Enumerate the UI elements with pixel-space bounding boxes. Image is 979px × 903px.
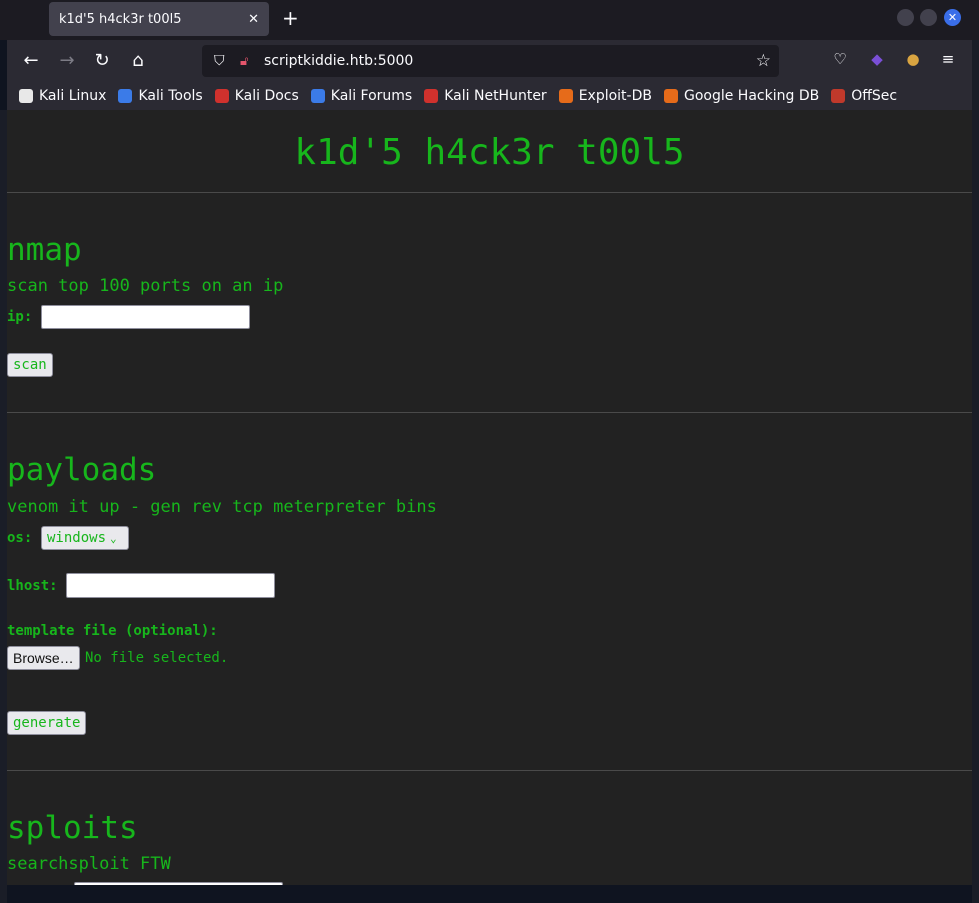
close-tab-icon[interactable]: ✕: [248, 12, 259, 27]
back-arrow-icon[interactable]: ←: [20, 50, 42, 72]
kali-docs-icon: [214, 89, 229, 103]
ghdb-icon: [663, 89, 678, 103]
scan-button[interactable]: scan: [7, 353, 53, 377]
window-close-button[interactable]: ✕: [944, 9, 961, 26]
forward-arrow-icon[interactable]: →: [56, 50, 78, 72]
payloads-heading: payloads: [7, 452, 157, 488]
nethunter-icon: [424, 89, 439, 103]
browser-tab[interactable]: k1d'5 h4ck3r t00l5 ✕: [49, 2, 269, 36]
extension-icon[interactable]: ◆: [867, 50, 887, 68]
bookmark-label: Kali Forums: [330, 88, 413, 104]
bookmark-google-hacking-db[interactable]: Google Hacking DB: [663, 88, 820, 104]
pocket-icon[interactable]: ♡: [830, 50, 850, 68]
navigation-toolbar: ← → ↻ ⌂ ⛉ 🔓︎ scriptkiddie.htb:5000 ☆ ♡ ◆…: [7, 40, 972, 82]
bookmark-kali-docs[interactable]: Kali Docs: [214, 88, 299, 104]
bookmark-kali-linux[interactable]: Kali Linux: [19, 88, 106, 104]
payloads-description: venom it up - gen rev tcp meterpreter bi…: [7, 497, 437, 517]
minimize-button[interactable]: [897, 9, 914, 26]
divider: [7, 770, 972, 771]
insecure-lock-icon[interactable]: 🔓︎: [240, 54, 254, 69]
template-file-label: template file (optional):: [7, 623, 218, 639]
address-bar[interactable]: ⛉ 🔓︎ scriptkiddie.htb:5000 ☆: [202, 45, 779, 77]
bookmark-label: OffSec: [851, 88, 898, 104]
bookmark-label: Kali Linux: [39, 88, 107, 104]
kali-forums-icon: [310, 89, 325, 103]
sploits-search-input[interactable]: [74, 882, 283, 885]
bookmark-label: Google Hacking DB: [683, 88, 820, 104]
bookmark-exploit-db[interactable]: Exploit-DB: [558, 88, 652, 104]
home-icon[interactable]: ⌂: [127, 50, 149, 72]
url-text[interactable]: scriptkiddie.htb:5000: [264, 53, 756, 69]
bookmark-offsec[interactable]: OffSec: [831, 88, 897, 104]
browse-file-button[interactable]: Browse…: [7, 646, 80, 670]
bookmarks-toolbar: Kali Linux Kali Tools Kali Docs Kali For…: [7, 82, 972, 110]
nmap-description: scan top 100 ports on an ip: [7, 276, 284, 296]
tab-strip: k1d'5 h4ck3r t00l5 ✕ + ✕: [0, 0, 979, 40]
divider: [7, 192, 972, 193]
page-title: k1d'5 h4ck3r t00l5: [294, 132, 685, 173]
shield-icon[interactable]: ⛉: [214, 53, 230, 69]
os-selected-value: windows: [47, 530, 107, 546]
web-page: k1d'5 h4ck3r t00l5 nmap scan top 100 por…: [7, 110, 972, 885]
tab-title: k1d'5 h4ck3r t00l5: [59, 11, 182, 27]
cookie-icon[interactable]: ●: [903, 50, 923, 68]
ip-label: ip:: [7, 309, 33, 325]
maximize-button[interactable]: [920, 9, 937, 26]
os-select[interactable]: windows ⌄: [41, 526, 129, 550]
ip-input[interactable]: [41, 305, 250, 329]
bookmark-label: Exploit-DB: [578, 88, 652, 104]
sploits-heading: sploits: [7, 810, 138, 846]
exploit-db-icon: [558, 89, 573, 103]
generate-button[interactable]: generate: [7, 711, 87, 735]
offsec-icon: [831, 89, 846, 103]
sploits-description: searchsploit FTW: [7, 854, 171, 874]
reload-icon[interactable]: ↻: [91, 50, 113, 72]
nmap-heading: nmap: [7, 232, 82, 268]
bookmark-label: Kali Tools: [138, 88, 203, 104]
divider: [7, 412, 972, 413]
lhost-label: lhost:: [7, 578, 58, 594]
background-terminal-right: [972, 40, 979, 903]
lhost-input[interactable]: [66, 573, 275, 598]
bookmark-label: Kali NetHunter: [444, 88, 547, 104]
kali-tools-icon: [118, 89, 133, 103]
os-label: os:: [7, 530, 33, 546]
new-tab-button[interactable]: +: [282, 8, 299, 28]
background-terminal-left: [0, 110, 7, 903]
chevron-down-icon: ⌄: [110, 532, 117, 545]
menu-icon[interactable]: ≡: [938, 50, 958, 68]
bookmark-star-icon[interactable]: ☆: [756, 51, 771, 71]
no-file-selected-text: No file selected.: [85, 650, 229, 666]
bookmark-kali-tools[interactable]: Kali Tools: [118, 88, 203, 104]
bookmark-label: Kali Docs: [234, 88, 299, 104]
kali-dragon-icon: [19, 89, 33, 103]
bookmark-kali-nethunter[interactable]: Kali NetHunter: [424, 88, 547, 104]
bookmark-kali-forums[interactable]: Kali Forums: [310, 88, 413, 104]
